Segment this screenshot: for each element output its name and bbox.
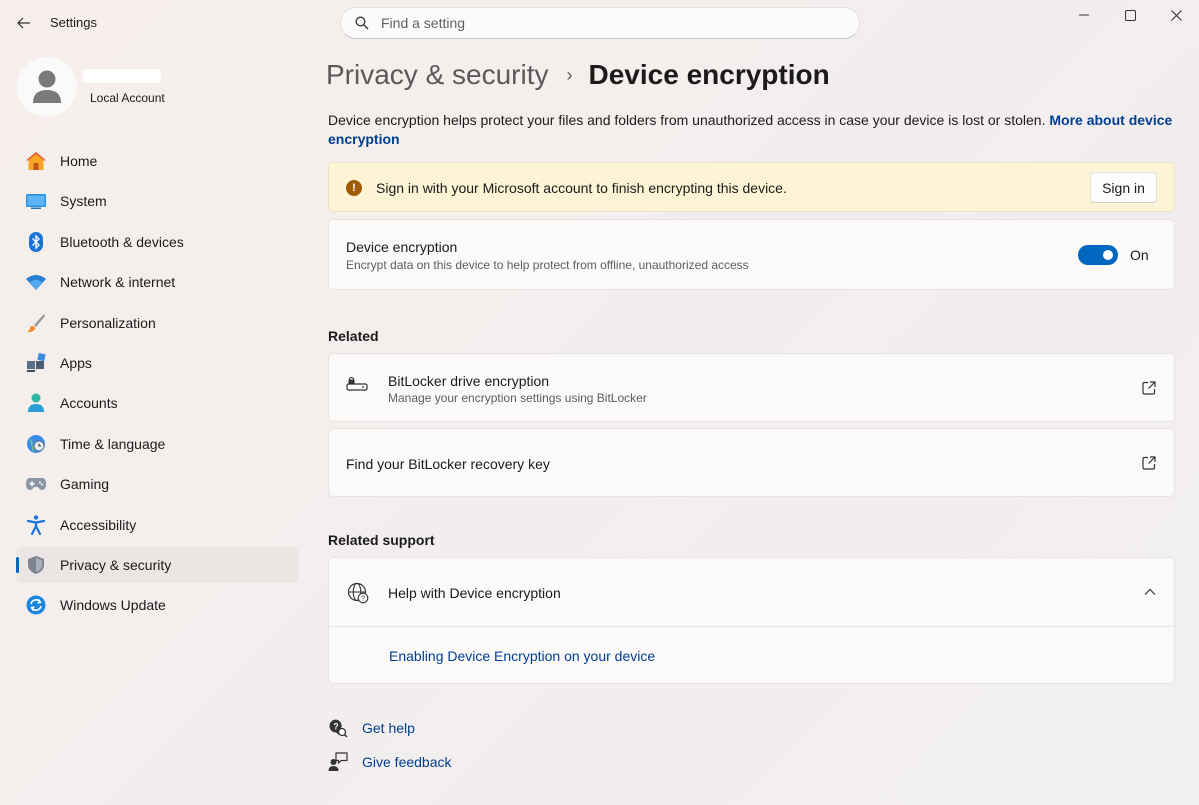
- related-heading: Related: [328, 328, 379, 344]
- maximize-icon[interactable]: [1107, 0, 1153, 30]
- svg-text:?: ?: [333, 722, 339, 732]
- setting-subtitle: Encrypt data on this device to help prot…: [346, 258, 749, 272]
- sidebar-item-network[interactable]: Network & internet: [16, 264, 298, 300]
- device-encryption-card: Device encryption Encrypt data on this d…: [328, 219, 1175, 290]
- recovery-key-title: Find your BitLocker recovery key: [346, 456, 550, 472]
- page-description: Device encryption helps protect your fil…: [328, 111, 1178, 149]
- shield-icon: [25, 555, 47, 575]
- bluetooth-icon: [25, 231, 47, 252]
- system-icon: [25, 191, 47, 211]
- divider: [329, 626, 1174, 627]
- sidebar-item-label: Accounts: [60, 395, 118, 412]
- help-expander-header[interactable]: ? Help with Device encryption: [329, 558, 1174, 626]
- accessibility-icon: [25, 514, 47, 535]
- setting-title: Device encryption: [346, 239, 458, 255]
- globe-clock-icon: [25, 434, 47, 454]
- sidebar-item-label: System: [60, 193, 107, 210]
- related-support-heading: Related support: [328, 532, 435, 548]
- sidebar-item-label: Time & language: [60, 435, 166, 452]
- help-title: Help with Device encryption: [388, 585, 561, 601]
- help-expander: ? Help with Device encryption Enabling D…: [328, 557, 1175, 684]
- sidebar-item-label: Bluetooth & devices: [60, 233, 184, 250]
- sidebar-item-label: Accessibility: [60, 516, 137, 533]
- sidebar-item-personalization[interactable]: Personalization: [16, 305, 298, 341]
- search-icon: [355, 16, 369, 30]
- feedback-icon: [328, 752, 348, 772]
- breadcrumb: Privacy & security › Device encryption: [326, 57, 830, 93]
- accounts-icon: [25, 393, 47, 413]
- sidebar-item-apps[interactable]: Apps: [16, 345, 298, 381]
- warning-banner: ! Sign in with your Microsoft account to…: [328, 162, 1175, 212]
- bitlocker-title: BitLocker drive encryption: [388, 373, 550, 389]
- sidebar-item-time-language[interactable]: Time & language: [16, 426, 298, 462]
- sidebar-item-gaming[interactable]: Gaming: [16, 466, 298, 502]
- sidebar-nav: Home System Bluetooth & devices Network …: [16, 143, 298, 628]
- sign-in-button[interactable]: Sign in: [1090, 172, 1157, 203]
- sidebar-item-home[interactable]: Home: [16, 143, 298, 179]
- bitlocker-card[interactable]: BitLocker drive encryption Manage your e…: [328, 353, 1175, 422]
- update-icon: [25, 595, 47, 615]
- external-link-icon: [1142, 381, 1156, 395]
- back-arrow-icon[interactable]: [12, 11, 36, 35]
- external-link-icon: [1142, 456, 1156, 470]
- description-text: Device encryption helps protect your fil…: [328, 112, 1050, 128]
- bitlocker-subtitle: Manage your encryption settings using Bi…: [388, 391, 647, 405]
- sidebar-item-system[interactable]: System: [16, 183, 298, 219]
- app-title: Settings: [50, 15, 97, 30]
- sidebar-item-label: Windows Update: [60, 597, 166, 614]
- wifi-icon: [25, 272, 47, 292]
- get-help-icon: ?: [328, 718, 348, 738]
- sidebar-item-accessibility[interactable]: Accessibility: [16, 507, 298, 543]
- sidebar-item-label: Gaming: [60, 476, 110, 493]
- sidebar-item-accounts[interactable]: Accounts: [16, 385, 298, 421]
- apps-icon: [25, 352, 47, 373]
- sidebar-item-label: Apps: [60, 354, 92, 371]
- sidebar-item-label: Privacy & security: [60, 556, 172, 573]
- account-name-redacted: [83, 69, 161, 83]
- warning-icon: !: [346, 180, 362, 196]
- sidebar-item-label: Home: [60, 153, 98, 169]
- chevron-right-icon: ›: [566, 64, 573, 85]
- warning-text: Sign in with your Microsoft account to f…: [376, 180, 787, 196]
- search-box[interactable]: [340, 7, 860, 39]
- help-article-link[interactable]: Enabling Device Encryption on your devic…: [389, 648, 655, 664]
- minimize-icon[interactable]: [1061, 0, 1107, 30]
- gamepad-icon: [25, 474, 47, 494]
- recovery-key-card[interactable]: Find your BitLocker recovery key: [328, 428, 1175, 497]
- bitlocker-drive-icon: [346, 377, 368, 398]
- sidebar-item-privacy-security[interactable]: Privacy & security: [16, 546, 298, 583]
- device-encryption-toggle[interactable]: [1078, 245, 1118, 265]
- brush-icon: [25, 313, 47, 333]
- user-profile[interactable]: Local Account: [17, 57, 297, 117]
- title-bar: Settings: [0, 0, 1199, 46]
- svg-text:?: ?: [361, 596, 365, 603]
- sidebar-item-label: Personalization: [60, 314, 156, 331]
- home-icon: [25, 151, 47, 171]
- close-icon[interactable]: [1153, 0, 1199, 30]
- give-feedback-label: Give feedback: [362, 754, 452, 770]
- chevron-up-icon[interactable]: [1144, 588, 1156, 596]
- get-help-link[interactable]: ? Get help: [328, 718, 415, 738]
- search-input[interactable]: [381, 15, 821, 31]
- page-title: Device encryption: [588, 59, 830, 90]
- give-feedback-link[interactable]: Give feedback: [328, 752, 452, 772]
- get-help-label: Get help: [362, 720, 415, 736]
- sidebar-item-bluetooth[interactable]: Bluetooth & devices: [16, 224, 298, 260]
- sidebar-item-windows-update[interactable]: Windows Update: [16, 587, 298, 623]
- globe-help-icon: ?: [347, 582, 369, 609]
- toggle-state-label: On: [1130, 247, 1149, 263]
- avatar: [17, 57, 77, 117]
- breadcrumb-parent[interactable]: Privacy & security: [326, 59, 549, 91]
- account-type: Local Account: [90, 91, 165, 105]
- sidebar-item-label: Network & internet: [60, 274, 176, 291]
